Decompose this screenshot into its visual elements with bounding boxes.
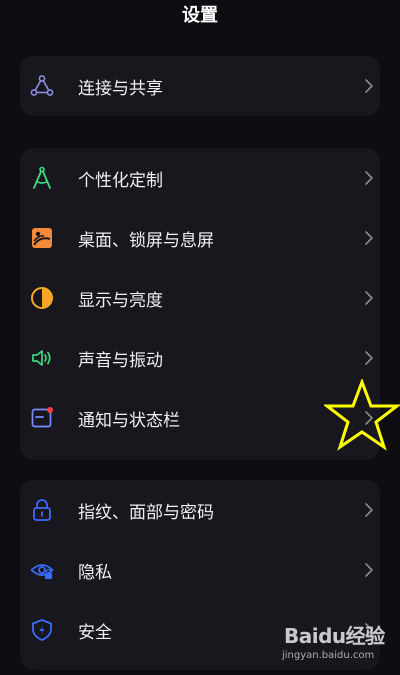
chevron-right-icon	[363, 561, 375, 579]
watermark-logo: Baidu经验	[284, 624, 385, 648]
privacy-eye-icon	[30, 558, 54, 582]
lock-icon	[30, 498, 54, 522]
settings-item-connection-share[interactable]: 连接与共享	[20, 56, 380, 116]
personalization-icon	[30, 166, 54, 190]
settings-item-label: 显示与亮度	[78, 290, 163, 311]
settings-item-label: 安全	[78, 622, 112, 643]
settings-item-label: 声音与振动	[78, 350, 163, 371]
settings-item-privacy[interactable]: 隐私	[20, 540, 380, 600]
sound-vibration-icon	[30, 346, 54, 370]
connection-share-icon	[30, 74, 54, 98]
chevron-right-icon	[363, 289, 375, 307]
settings-item-label: 隐私	[78, 562, 112, 583]
chevron-right-icon	[363, 229, 375, 247]
settings-item-personalization[interactable]: 个性化定制	[20, 148, 380, 208]
settings-group-connection: 连接与共享	[20, 56, 380, 116]
settings-item-label: 连接与共享	[78, 78, 163, 99]
settings-item-label: 个性化定制	[78, 170, 163, 191]
settings-item-label: 桌面、锁屏与息屏	[78, 230, 214, 251]
settings-item-label: 通知与状态栏	[78, 410, 180, 431]
baidu-jingyan-watermark: Baidu经验 jingyan.baidu.com	[280, 614, 398, 672]
wallpaper-icon	[30, 226, 54, 250]
chevron-right-icon	[363, 77, 375, 95]
chevron-right-icon	[363, 169, 375, 187]
star-annotation-icon	[322, 377, 400, 451]
display-brightness-icon	[30, 286, 54, 310]
chevron-right-icon	[363, 349, 375, 367]
watermark-url: jingyan.baidu.com	[282, 650, 375, 661]
security-shield-icon	[30, 618, 54, 642]
settings-item-display-brightness[interactable]: 显示与亮度	[20, 268, 380, 328]
page-title: 设置	[182, 5, 218, 26]
notification-icon	[30, 406, 54, 430]
settings-item-fingerprint-face-password[interactable]: 指纹、面部与密码	[20, 480, 380, 540]
chevron-right-icon	[363, 501, 375, 519]
page-header: 设置	[0, 0, 400, 40]
settings-item-label: 指纹、面部与密码	[78, 502, 214, 523]
settings-item-wallpaper-lockscreen[interactable]: 桌面、锁屏与息屏	[20, 208, 380, 268]
